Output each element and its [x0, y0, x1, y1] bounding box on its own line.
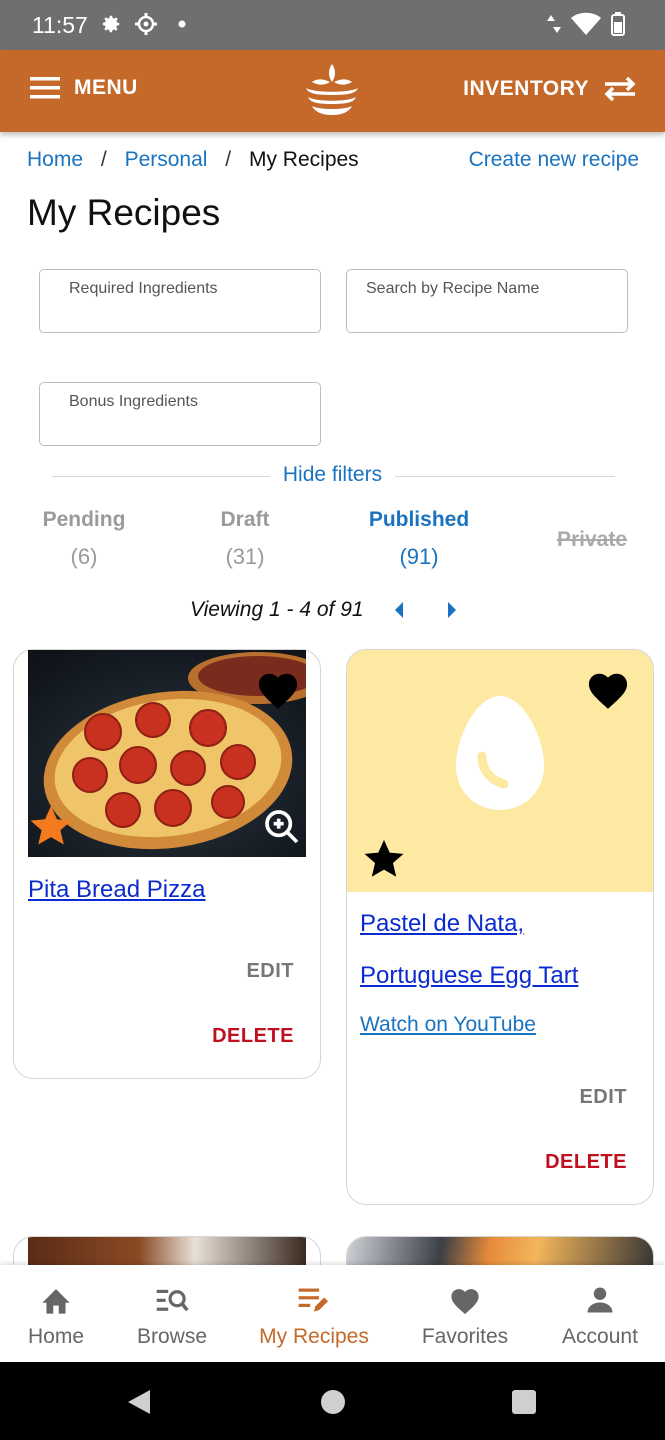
inventory-label: INVENTORY: [463, 77, 589, 100]
tab-pending-count: (6): [70, 544, 98, 569]
tab-private[interactable]: Private: [532, 528, 652, 552]
nav-my-recipes[interactable]: My Recipes: [250, 1283, 378, 1349]
breadcrumb-separator: /: [100, 148, 107, 171]
person-icon: [587, 1287, 613, 1313]
delete-button[interactable]: DELETE: [545, 1151, 627, 1174]
breadcrumb-personal[interactable]: Personal: [125, 148, 208, 171]
dot-icon: [178, 20, 186, 28]
required-ingredients-placeholder: Required Ingredients: [69, 280, 218, 297]
inventory-button[interactable]: INVENTORY: [463, 76, 637, 102]
tab-pending[interactable]: Pending (6): [24, 508, 144, 570]
egg-icon: [456, 696, 544, 810]
tab-private-label: Private: [556, 528, 628, 551]
next-page-icon[interactable]: [446, 601, 458, 619]
star-icon[interactable]: [28, 804, 74, 848]
tab-published-label: Published: [368, 508, 470, 531]
recipe-title-link-line2[interactable]: Portuguese Egg Tart: [360, 962, 578, 990]
data-arrows-icon: [547, 15, 561, 33]
required-ingredients-field[interactable]: Required Ingredients: [39, 269, 321, 333]
menu-button[interactable]: MENU: [30, 76, 138, 100]
back-icon[interactable]: [126, 1388, 152, 1416]
viewing-count: Viewing 1 - 4 of 91: [190, 598, 364, 621]
page-title: My Recipes: [27, 192, 221, 233]
nav-account[interactable]: Account: [552, 1283, 648, 1349]
tab-published[interactable]: Published (91): [349, 508, 489, 570]
nav-browse-label: Browse: [136, 1325, 208, 1348]
favorite-heart-icon[interactable]: [585, 668, 631, 710]
gear-icon: [102, 15, 120, 33]
bottom-nav: Home Browse My Recipes Favorites Account: [0, 1265, 665, 1362]
recipe-title-link[interactable]: Pita Bread Pizza: [28, 876, 205, 904]
status-bar: 11:57: [0, 0, 665, 50]
system-nav-bar: [0, 1362, 665, 1440]
recipe-title-link[interactable]: Pastel de Nata,: [360, 910, 524, 938]
home-circle-icon[interactable]: [320, 1389, 346, 1415]
tab-draft-count: (31): [225, 544, 265, 569]
create-new-recipe-link[interactable]: Create new recipe: [469, 148, 639, 172]
hide-filters-button[interactable]: Hide filters: [0, 463, 665, 487]
favorite-heart-icon[interactable]: [255, 668, 301, 710]
watch-on-youtube-link[interactable]: Watch on YouTube: [360, 1013, 536, 1037]
recipe-card: Pita Bread Pizza EDIT DELETE: [13, 649, 321, 1079]
nav-home-label: Home: [27, 1325, 85, 1348]
settings-cog-icon: [135, 13, 157, 35]
star-icon[interactable]: [362, 838, 406, 880]
edit-button[interactable]: EDIT: [246, 960, 294, 983]
home-icon: [42, 1289, 70, 1314]
tab-pending-label: Pending: [42, 508, 126, 531]
breadcrumb-home[interactable]: Home: [27, 148, 83, 171]
edit-list-icon: [298, 1288, 328, 1312]
nav-my-recipes-label: My Recipes: [259, 1325, 369, 1348]
breadcrumb: Home / Personal / My Recipes: [27, 148, 359, 172]
search-recipe-name-field[interactable]: Search by Recipe Name: [346, 269, 628, 333]
tab-draft-label: Draft: [220, 508, 270, 531]
previous-page-icon[interactable]: [393, 601, 405, 619]
menu-label: MENU: [74, 76, 138, 99]
hamburger-icon: [30, 77, 60, 99]
breadcrumb-current: My Recipes: [248, 148, 359, 171]
tab-published-count: (91): [399, 544, 439, 569]
nav-favorites-label: Favorites: [421, 1325, 509, 1348]
heart-icon: [451, 1289, 479, 1315]
search-recipe-name-placeholder: Search by Recipe Name: [366, 280, 540, 297]
swap-arrows-icon: [604, 76, 636, 102]
nav-home[interactable]: Home: [18, 1283, 94, 1349]
nav-favorites[interactable]: Favorites: [412, 1283, 518, 1349]
recents-square-icon[interactable]: [511, 1389, 537, 1415]
battery-icon: [611, 12, 625, 36]
nav-browse[interactable]: Browse: [128, 1283, 216, 1349]
app-bar: MENU INVENTORY: [0, 50, 665, 132]
zoom-in-icon[interactable]: [262, 807, 302, 847]
breadcrumb-separator: /: [225, 148, 232, 171]
bonus-ingredients-field[interactable]: Bonus Ingredients: [39, 382, 321, 446]
nav-account-label: Account: [562, 1325, 638, 1348]
recipe-card: Pastel de Nata, Portuguese Egg Tart Watc…: [346, 649, 654, 1205]
leaf-bowl-logo-icon: [306, 64, 358, 115]
edit-button[interactable]: EDIT: [579, 1086, 627, 1109]
status-time: 11:57: [32, 12, 88, 38]
bonus-ingredients-placeholder: Bonus Ingredients: [69, 393, 198, 410]
tab-draft[interactable]: Draft (31): [185, 508, 305, 570]
wifi-icon: [571, 12, 601, 35]
browse-search-icon: [156, 1289, 189, 1312]
hide-filters-label: Hide filters: [282, 463, 383, 486]
app-logo[interactable]: [302, 62, 362, 125]
delete-button[interactable]: DELETE: [212, 1025, 294, 1048]
